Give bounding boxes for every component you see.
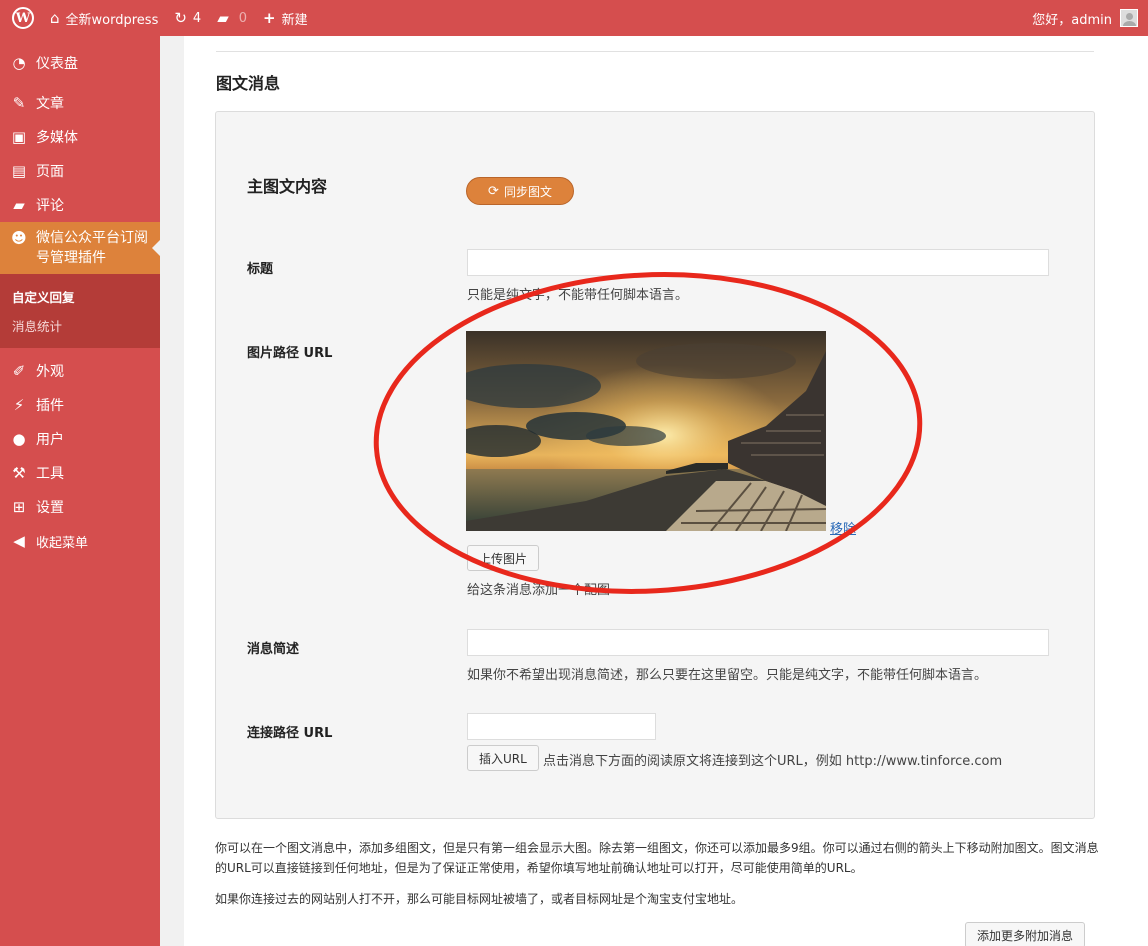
sidebar-item-label: 页面 (36, 164, 64, 180)
sidebar-item-users[interactable]: ● 用户 (0, 422, 160, 456)
wordpress-logo-button[interactable]: W (0, 0, 42, 36)
sidebar-item-label: 收起菜单 (36, 535, 89, 551)
link-help: 点击消息下方面的阅读原文将连接到这个URL，例如 http://www.tinf… (543, 754, 1003, 769)
sidebar-item-label-line1: 微信公众平台订阅 (36, 230, 148, 246)
sidebar-item-posts[interactable]: ✎ 文章 (0, 86, 160, 120)
sunset-pier-image (466, 331, 826, 531)
link-url-label: 连接路径 URL (247, 726, 333, 741)
appearance-icon: ✐ (12, 362, 26, 380)
settings-icon: ⊞ (12, 498, 26, 516)
sidebar-item-label: 多媒体 (36, 130, 78, 146)
sidebar-item-wechat-plugin[interactable]: ☻ 微信公众平台订阅 号管理插件 (0, 222, 160, 274)
upload-image-button[interactable]: 上传图片 (467, 545, 540, 571)
wordpress-logo-icon: W (12, 7, 34, 29)
sidebar-item-label: 文章 (36, 96, 64, 112)
summary-input[interactable] (467, 629, 1049, 656)
insert-url-button[interactable]: 插入URL (467, 745, 539, 771)
sync-icon: ⟳ (488, 183, 499, 199)
sidebar-item-label: 用户 (36, 432, 64, 448)
plugin-icon: ⚡ (13, 396, 25, 414)
new-content-link[interactable]: + 新建 (255, 0, 316, 36)
admin-bar: W ⌂ 全新wordpress ↻ 4 ▰ 0 + 新建 您好，admin (0, 0, 1148, 36)
title-input[interactable] (467, 249, 1049, 276)
comment-icon: ▰ (13, 196, 25, 214)
panel-heading: 主图文内容 (247, 177, 328, 196)
plugin-submenu: 自定义回复 消息统计 (0, 274, 160, 348)
sidebar-item-label: 工具 (36, 466, 64, 482)
collapse-icon: ◀ (13, 532, 25, 550)
section-title: 图文消息 (216, 74, 281, 93)
sidebar-item-label: 微信公众平台订阅 号管理插件 (36, 228, 148, 268)
speech-bubble-icon: ▰ (217, 8, 229, 27)
dashboard-icon: ◔ (12, 54, 26, 72)
divider (216, 51, 1094, 52)
comments-link[interactable]: ▰ 0 (209, 0, 255, 36)
sidebar-item-label: 插件 (36, 398, 64, 414)
sidebar-item-dashboard[interactable]: ◔ 仪表盘 (0, 46, 160, 80)
page-icon: ▤ (11, 162, 27, 180)
comments-count: 0 (238, 10, 248, 26)
updates-count: 4 (192, 10, 202, 26)
pin-icon: ✎ (12, 94, 26, 112)
greeting-label: 您好，admin (1032, 12, 1112, 28)
main-article-panel: 主图文内容 ⟳ 同步图文 标题 只能是纯文字，不能带任何脚本语言。 图片路径 U… (215, 111, 1095, 819)
summary-label: 消息简述 (247, 642, 300, 657)
link-url-input[interactable] (467, 713, 656, 740)
admin-sidebar: ◔ 仪表盘 ✎ 文章 ▣ 多媒体 ▤ 页面 ▰ 评论 ☻ 微信公众平台订阅 号管… (0, 36, 160, 946)
new-content-label: 新建 (281, 12, 308, 28)
user-icon: ● (12, 430, 26, 448)
sidebar-item-label: 评论 (36, 198, 64, 214)
title-label: 标题 (247, 262, 274, 277)
warning-note: 如果你连接过去的网站别人打不开，那么可能目标网址被墙了，或者目标网址是个淘宝支付… (215, 892, 744, 906)
sidebar-item-label: 外观 (36, 364, 64, 380)
add-more-messages-button[interactable]: 添加更多附加消息 (965, 922, 1086, 946)
sidebar-item-comments[interactable]: ▰ 评论 (0, 188, 160, 222)
home-icon: ⌂ (50, 8, 60, 27)
instructions-note: 你可以在一个图文消息中，添加多组图文，但是只有第一组会显示大图。除去第一组图文，… (215, 841, 1099, 875)
sidebar-item-collapse-menu[interactable]: ◀ 收起菜单 (0, 524, 160, 558)
remove-image-link[interactable]: 移除 (830, 518, 856, 537)
image-url-label: 图片路径 URL (247, 346, 333, 361)
summary-help: 如果你不希望出现消息简述，那么只要在这里留空。只能是纯文字，不能带任何脚本语言。 (467, 668, 988, 683)
sidebar-item-label: 设置 (36, 500, 64, 516)
site-name-link[interactable]: ⌂ 全新wordpress (42, 0, 166, 36)
main-content: 图文消息 主图文内容 ⟳ 同步图文 标题 只能是纯文字，不能带任何脚本语言。 图… (160, 36, 1148, 946)
sync-article-label: 同步图文 (503, 184, 552, 199)
updates-link[interactable]: ↻ 4 (166, 0, 209, 36)
sidebar-item-settings[interactable]: ⊞ 设置 (0, 490, 160, 524)
wrench-icon: ⚒ (12, 464, 26, 482)
plus-icon: + (263, 8, 276, 27)
wechat-plugin-icon: ☻ (11, 229, 27, 247)
image-help: 给这条消息添加一个配图 (467, 583, 611, 598)
sync-article-button[interactable]: ⟳ 同步图文 (466, 177, 574, 205)
title-help: 只能是纯文字，不能带任何脚本语言。 (467, 288, 689, 303)
refresh-icon: ↻ (174, 8, 187, 27)
sidebar-item-label-line2: 号管理插件 (36, 250, 106, 266)
preview-image (466, 331, 826, 531)
submenu-item-custom-reply[interactable]: 自定义回复 (0, 282, 160, 311)
settings-card: 图文消息 主图文内容 ⟳ 同步图文 标题 只能是纯文字，不能带任何脚本语言。 图… (184, 36, 1148, 946)
avatar (1120, 9, 1138, 27)
site-name-label: 全新wordpress (65, 12, 159, 28)
account-menu[interactable]: 您好，admin (1024, 0, 1138, 36)
sidebar-item-label: 仪表盘 (36, 56, 78, 72)
media-icon: ▣ (11, 128, 27, 146)
submenu-item-message-stats[interactable]: 消息统计 (0, 311, 160, 340)
sidebar-item-tools[interactable]: ⚒ 工具 (0, 456, 160, 490)
sidebar-item-plugins[interactable]: ⚡ 插件 (0, 388, 160, 422)
sidebar-item-media[interactable]: ▣ 多媒体 (0, 120, 160, 154)
sidebar-item-appearance[interactable]: ✐ 外观 (0, 354, 160, 388)
sidebar-item-pages[interactable]: ▤ 页面 (0, 154, 160, 188)
